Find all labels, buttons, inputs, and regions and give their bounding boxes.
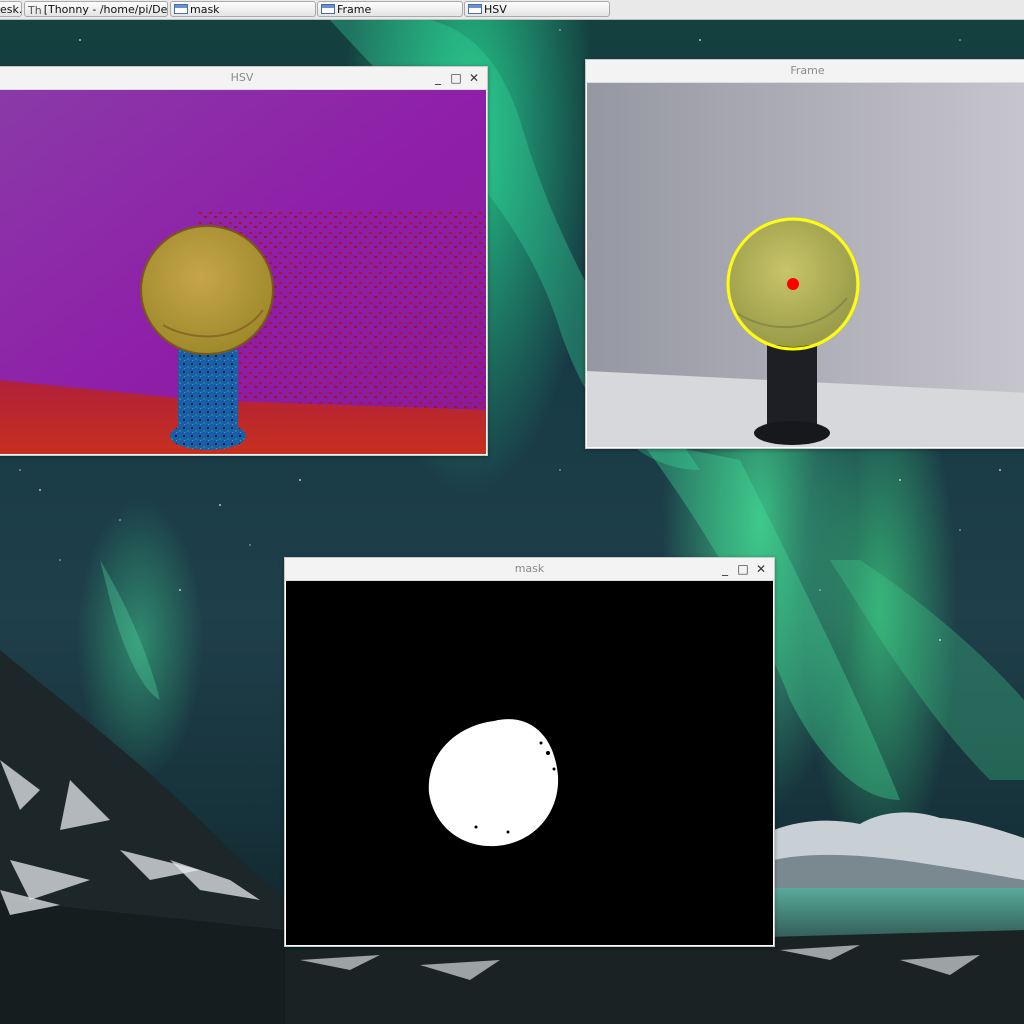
window-title: HSV (230, 71, 254, 84)
taskbar: esk.. Th[Thonny - /home/pi/Des... mask F… (0, 0, 1024, 20)
taskbar-item-label: HSV (484, 3, 507, 16)
camera-frame-render (587, 83, 1024, 447)
thonny-icon: Th (28, 4, 42, 17)
taskbar-item-frame[interactable]: Frame (317, 1, 463, 17)
detection-center-dot (787, 278, 799, 290)
taskbar-item-desktop[interactable]: esk.. (0, 1, 22, 17)
maximize-icon[interactable]: □ (449, 71, 463, 85)
taskbar-item-label: esk.. (0, 3, 21, 16)
mask-image (286, 581, 773, 945)
hsv-window[interactable]: HSV _ □ ✕ (0, 66, 488, 456)
minimize-icon[interactable]: _ (718, 562, 732, 576)
taskbar-item-label: Frame (337, 3, 372, 16)
binary-mask-render (286, 581, 773, 945)
frame-window[interactable]: Frame (585, 59, 1024, 449)
frame-image (587, 83, 1024, 447)
window-title: mask (514, 562, 545, 575)
close-icon[interactable]: ✕ (467, 71, 481, 85)
close-icon[interactable]: ✕ (754, 562, 768, 576)
window-icon (468, 4, 482, 14)
minimize-icon[interactable]: _ (431, 71, 445, 85)
window-titlebar[interactable]: HSV _ □ ✕ (0, 67, 487, 90)
taskbar-item-thonny[interactable]: Th[Thonny - /home/pi/Des... (24, 1, 168, 17)
window-title: Frame (790, 64, 825, 77)
taskbar-item-label: [Thonny - /home/pi/Des... (43, 3, 168, 16)
taskbar-item-label: mask (190, 3, 220, 16)
hsv-frame-render (0, 90, 486, 454)
taskbar-item-mask[interactable]: mask (170, 1, 316, 17)
taskbar-item-hsv[interactable]: HSV (464, 1, 610, 17)
mask-window[interactable]: mask _ □ ✕ (284, 557, 775, 947)
hsv-image (0, 90, 486, 454)
window-titlebar[interactable]: Frame (586, 60, 1024, 83)
window-icon (174, 4, 188, 14)
window-titlebar[interactable]: mask _ □ ✕ (285, 558, 774, 581)
window-icon (321, 4, 335, 14)
maximize-icon[interactable]: □ (736, 562, 750, 576)
